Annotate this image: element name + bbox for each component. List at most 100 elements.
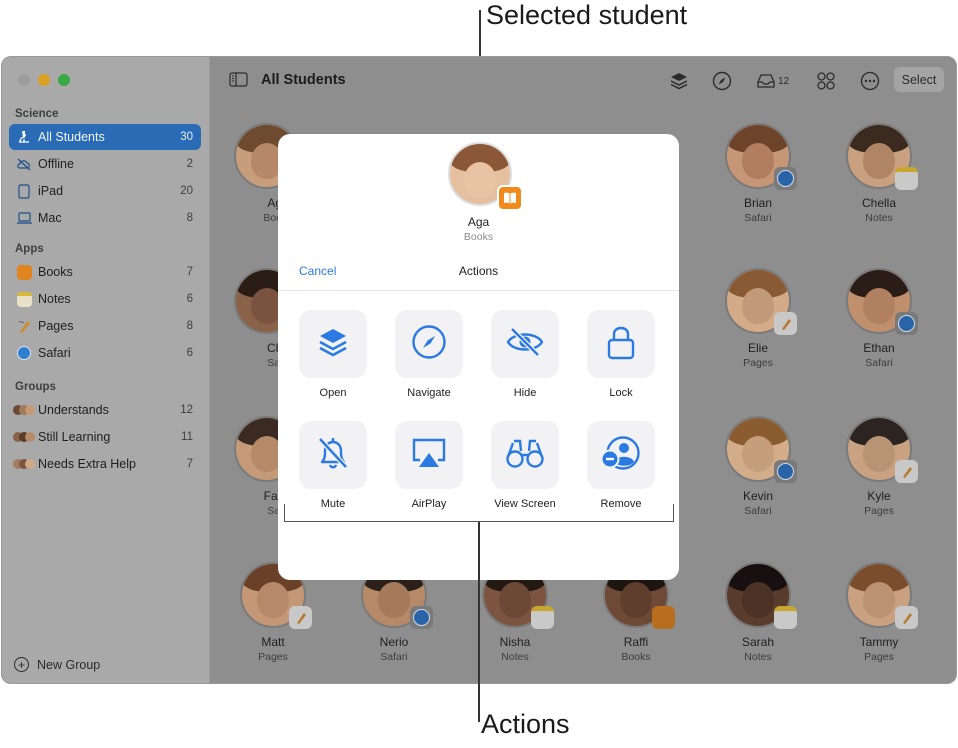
grid-icon[interactable] [814,69,838,93]
student-name: Elie [747,341,768,355]
student-name: Chella [861,196,897,210]
notes-app-icon [15,291,33,307]
new-group-button[interactable]: + New Group [14,657,100,672]
mute-action-button[interactable]: Mute [285,421,381,510]
selected-student-annotation: Selected student [486,0,688,30]
sidebar-item-still-learning[interactable]: Still Learning 11 [9,424,201,450]
sidebar-item-pages[interactable]: Pages 8 [9,313,201,339]
actions-annotation: Actions [481,709,570,739]
action-label: Hide [513,387,537,399]
layers-icon [316,325,350,364]
student-app: Safari [744,505,772,517]
compass-icon[interactable] [710,69,734,93]
sidebar-toggle-icon[interactable] [229,72,248,92]
actions-bracket [284,504,674,522]
student-name: Ethan [863,341,895,355]
safari-badge-icon [774,460,797,483]
airplay-action-button[interactable]: AirPlay [381,421,477,510]
page: Selected student Science All Students 30… [0,0,958,748]
pages-badge-icon [895,460,918,483]
lock-tile [587,310,655,378]
pages-badge-icon [774,312,797,335]
airplay-tile [395,421,463,489]
remove-tile [587,421,655,489]
safari-badge-icon [410,606,433,629]
sidebar-item-label: Offline [38,157,74,171]
sidebar-item-notes[interactable]: Notes 6 [9,286,201,312]
student-name: Nisha [499,635,531,649]
student-card[interactable]: Elie Pages [708,268,808,369]
bell-slash-icon [315,435,351,476]
student-card[interactable]: Sarah Notes [708,562,808,663]
pages-badge-icon [289,606,312,629]
hide-tile [491,310,559,378]
selected-student-name: Aga [467,215,490,229]
sidebar-item-label: Still Learning [38,430,111,444]
student-card[interactable]: Brian Safari [708,123,808,224]
student-card[interactable]: Kyle Pages [829,416,929,517]
remove-action-button[interactable]: Remove [573,421,669,510]
sidebar-item-count: 8 [186,320,193,332]
safari-badge-icon [895,312,918,335]
student-card[interactable]: Kevin Safari [708,416,808,517]
student-app: Notes [744,651,772,663]
sidebar-item-count: 6 [186,347,193,359]
hide-action-button[interactable]: Hide [477,310,573,399]
student-name: Brian [743,196,772,210]
navigate-tile [395,310,463,378]
sidebar-item-label: Mac [38,211,62,225]
layers-icon[interactable] [667,69,691,93]
pages-app-icon [15,319,33,334]
cloud-offline-icon [15,157,33,171]
more-options-icon[interactable] [858,69,882,93]
sidebar-item-understands[interactable]: Understands 12 [9,397,201,423]
sidebar: Science All Students 30 Offline 2 iPad 2… [2,57,210,683]
sidebar-item-mac[interactable]: Mac 8 [9,205,201,231]
open-action-button[interactable]: Open [285,310,381,399]
page-title: All Students [261,72,346,88]
person-remove-icon [600,435,641,476]
sidebar-item-needs-extra-help[interactable]: Needs Extra Help 7 [9,451,201,477]
group-avatars-icon [13,458,35,470]
inbox-count: 12 [778,75,790,87]
close-window-button[interactable] [18,74,30,86]
sidebar-item-count: 6 [186,293,193,305]
student-name: Matt [261,635,285,649]
sidebar-item-books[interactable]: Books 7 [9,259,201,285]
sidebar-item-offline[interactable]: Offline 2 [9,151,201,177]
zoom-window-button[interactable] [58,74,70,86]
sidebar-item-safari[interactable]: Safari 6 [9,340,201,366]
safari-app-icon [15,346,33,360]
sidebar-item-label: Needs Extra Help [38,457,136,471]
lock-action-button[interactable]: Lock [573,310,669,399]
student-app: Books [621,651,651,663]
books-badge-icon [652,606,675,629]
student-card[interactable]: Tammy Pages [829,562,929,663]
sidebar-item-count: 8 [186,212,193,224]
minimize-window-button[interactable] [38,74,50,86]
sidebar-item-all-students[interactable]: All Students 30 [9,124,201,150]
student-app: Pages [864,651,894,663]
select-button[interactable]: Select [894,67,944,92]
navigate-action-button[interactable]: Navigate [381,310,477,399]
student-app: Safari [744,212,772,224]
ipad-icon [15,183,33,199]
student-card[interactable]: Chella Notes [829,123,929,224]
plus-circle-icon: + [14,657,29,672]
view-screen-action-button[interactable]: View Screen [477,421,573,510]
screen-inbox-icon[interactable]: 12 [756,69,796,93]
sidebar-item-count: 12 [180,404,193,416]
student-app: Pages [864,505,894,517]
sidebar-section-groups: Groups [15,381,56,393]
sidebar-item-ipad[interactable]: iPad 20 [9,178,201,204]
sidebar-item-count: 7 [186,266,193,278]
sidebar-item-count: 11 [181,431,193,443]
pages-badge-icon [895,606,918,629]
student-name: Kevin [742,489,774,503]
action-label: Lock [609,387,633,399]
sidebar-item-label: iPad [38,184,64,198]
divider [278,290,679,291]
student-card[interactable]: Ethan Safari [829,268,929,369]
sidebar-item-label: Books [38,265,73,279]
laptop-icon [15,212,33,224]
